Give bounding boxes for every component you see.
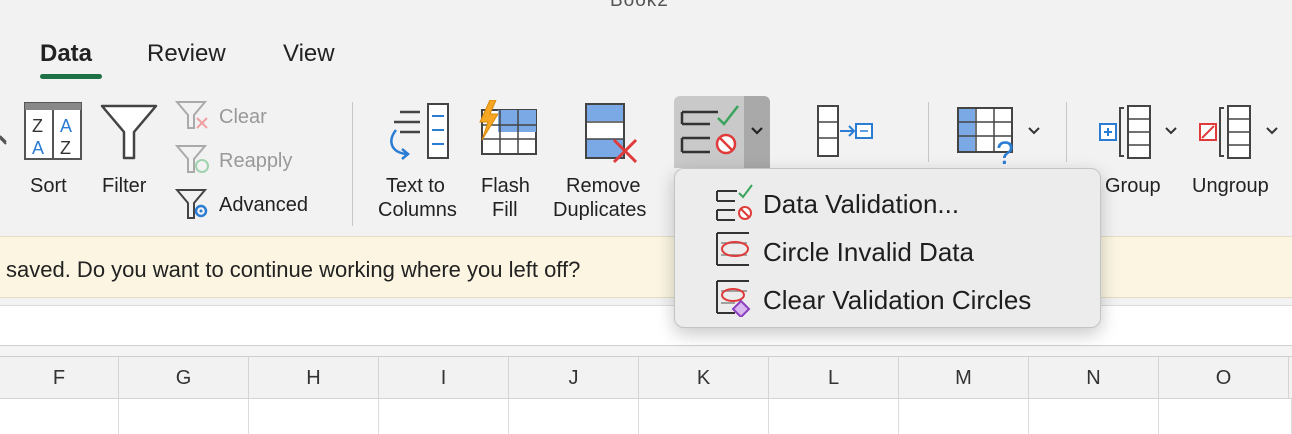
- menu-item-label: Circle Invalid Data: [763, 237, 974, 267]
- chevron-left-icon[interactable]: [0, 126, 10, 206]
- reapply-filter-icon: [175, 145, 209, 173]
- column-header-o[interactable]: O: [1159, 357, 1289, 399]
- cell[interactable]: [249, 399, 379, 434]
- clear-filter-icon: [175, 101, 208, 129]
- ribbon-tabs: Data Review View: [0, 36, 1292, 86]
- data-validation-icon: [680, 105, 739, 155]
- menu-item-label: Data Validation...: [763, 189, 960, 219]
- column-headers: F G H I J K L M N O: [0, 357, 1292, 399]
- column-header-m[interactable]: M: [899, 357, 1029, 399]
- tab-data[interactable]: Data: [40, 40, 92, 68]
- cell[interactable]: [1029, 399, 1159, 434]
- svg-text:?: ?: [996, 135, 1014, 164]
- chevron-down-icon[interactable]: [1026, 124, 1042, 138]
- menu-item-label: Clear Validation Circles: [763, 285, 1032, 315]
- flash-fill-label-1: Flash: [481, 175, 530, 197]
- column-header-h[interactable]: H: [249, 357, 379, 399]
- group-label: Group: [1105, 175, 1161, 197]
- tab-view[interactable]: View: [283, 40, 335, 68]
- cell[interactable]: [769, 399, 899, 434]
- filter-icon: [100, 104, 158, 160]
- column-header-j[interactable]: J: [509, 357, 639, 399]
- flash-fill-icon: [479, 100, 537, 155]
- column-header-g[interactable]: G: [119, 357, 249, 399]
- cell[interactable]: [639, 399, 769, 434]
- active-tab-indicator: [40, 74, 102, 79]
- chevron-down-icon: [1165, 127, 1177, 135]
- cell[interactable]: [899, 399, 1029, 434]
- formula-bar-divider: [0, 345, 1292, 357]
- data-validation-dropdown-arrow[interactable]: [744, 96, 770, 168]
- notification-message: saved. Do you want to continue working w…: [6, 257, 581, 282]
- chevron-down-icon: [751, 127, 763, 135]
- column-header-l[interactable]: L: [769, 357, 899, 399]
- cell[interactable]: [119, 399, 249, 434]
- svg-text:A: A: [32, 138, 44, 158]
- ribbon-separator: [352, 102, 353, 226]
- circle-invalid-data-icon: [716, 232, 749, 266]
- ungroup-icon: [1199, 105, 1251, 159]
- tab-review[interactable]: Review: [147, 40, 226, 68]
- filter-label: Filter: [102, 175, 147, 197]
- text-to-columns-icon: [390, 103, 449, 160]
- window-title: Book2: [610, 0, 669, 11]
- sheet-grid: [0, 399, 1292, 434]
- column-header-k[interactable]: K: [639, 357, 769, 399]
- column-header-i[interactable]: I: [379, 357, 509, 399]
- consolidate-icon[interactable]: [816, 104, 876, 158]
- text-to-columns-label-2: Columns: [378, 199, 457, 221]
- text-to-columns-label-1: Text to: [386, 175, 445, 197]
- cell[interactable]: [0, 399, 119, 434]
- cell[interactable]: [1159, 399, 1292, 434]
- remove-duplicates-label-2: Duplicates: [553, 199, 647, 221]
- flash-fill-label-2: Fill: [492, 199, 518, 221]
- svg-text:A: A: [60, 116, 72, 136]
- title-bar: Book2: [0, 0, 1292, 22]
- sort-icon: Z A A Z: [24, 102, 82, 160]
- remove-duplicates-icon: [585, 103, 638, 164]
- ungroup-label: Ungroup: [1192, 175, 1269, 197]
- chevron-down-icon: [1266, 127, 1278, 135]
- sort-label: Sort: [30, 175, 67, 197]
- advanced-filter-icon: [175, 189, 208, 219]
- menu-item-clear-validation-circles[interactable]: Clear Validation Circles: [675, 273, 1100, 321]
- menu-item-circle-invalid-data[interactable]: Circle Invalid Data: [675, 225, 1100, 273]
- column-header-n[interactable]: N: [1029, 357, 1159, 399]
- ribbon-separator: [1066, 102, 1067, 162]
- reapply-button[interactable]: Reapply: [219, 150, 292, 173]
- svg-text:Z: Z: [32, 116, 43, 136]
- menu-item-data-validation[interactable]: Data Validation...: [675, 177, 1100, 225]
- ribbon-separator: [928, 102, 929, 162]
- clear-validation-circles-icon: [716, 280, 751, 317]
- advanced-button[interactable]: Advanced: [219, 194, 308, 217]
- cell[interactable]: [509, 399, 639, 434]
- data-validation-menu: Data Validation... Circle Invalid Data C…: [674, 168, 1101, 328]
- remove-duplicates-label-1: Remove: [566, 175, 641, 197]
- cell[interactable]: [379, 399, 509, 434]
- group-icon: [1099, 105, 1151, 159]
- svg-text:Z: Z: [60, 138, 71, 158]
- column-header-f[interactable]: F: [0, 357, 119, 399]
- clear-button[interactable]: Clear: [219, 106, 267, 129]
- what-if-analysis-icon[interactable]: ?: [956, 106, 1024, 164]
- data-validation-icon: [716, 184, 753, 221]
